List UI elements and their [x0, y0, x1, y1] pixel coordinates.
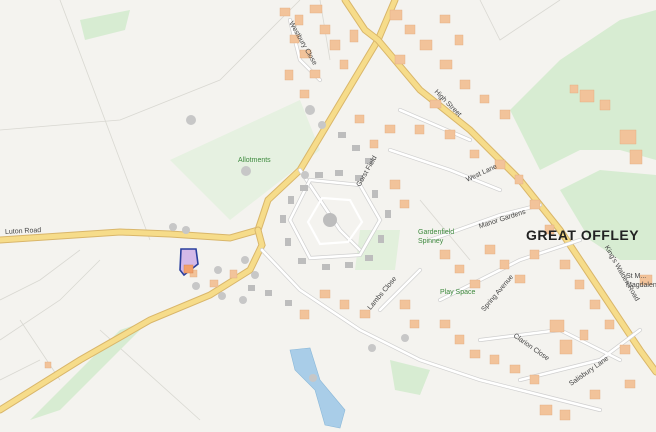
pond	[289, 347, 346, 429]
spinney-label: Gardenfield Spinney	[418, 229, 455, 245]
allotments-label: Allotments	[238, 157, 271, 164]
map-canvas	[0, 0, 656, 429]
play-space-label: Play Space	[440, 289, 476, 296]
major-roads	[0, 0, 656, 414]
church-label: St M... Magdalen...	[626, 273, 656, 289]
map-view[interactable]: GREAT OFFLEY Luton Road Allotments High …	[0, 0, 656, 432]
woodland-area	[30, 10, 656, 420]
place-name-label: GREAT OFFLEY	[526, 227, 640, 243]
